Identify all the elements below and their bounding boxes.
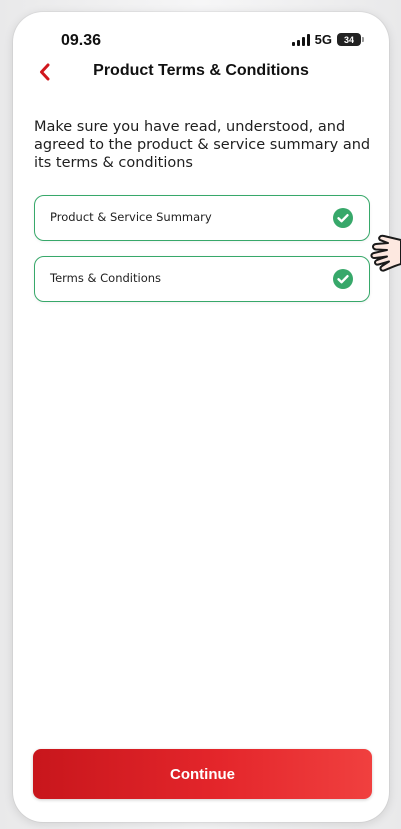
hand-pointer-icon bbox=[370, 234, 401, 272]
battery-level: 34 bbox=[343, 34, 354, 45]
status-indicators: 5G 34 bbox=[291, 32, 364, 47]
network-label: 5G bbox=[314, 32, 332, 47]
status-bar: 09.36 5G 34 bbox=[13, 12, 389, 58]
intro-text: Make sure you have read, understood, and… bbox=[34, 119, 371, 171]
continue-label: Continue bbox=[170, 765, 235, 783]
status-time: 09.36 bbox=[61, 32, 102, 49]
header: Product Terms & Conditions bbox=[13, 58, 389, 86]
signal-icon bbox=[291, 33, 310, 46]
check-circle-icon bbox=[333, 208, 353, 228]
document-item-terms-conditions[interactable]: Terms & Conditions bbox=[34, 256, 370, 302]
phone-screen: 09.36 5G 34 Product Terms & Conditions M… bbox=[13, 12, 389, 822]
document-label: Terms & Conditions bbox=[50, 271, 162, 285]
battery-icon: 34 bbox=[337, 33, 364, 46]
document-label: Product & Service Summary bbox=[50, 210, 212, 224]
check-circle-icon bbox=[333, 269, 353, 289]
continue-button[interactable]: Continue bbox=[33, 749, 372, 799]
document-item-product-service-summary[interactable]: Product & Service Summary bbox=[34, 195, 370, 241]
page-title: Product Terms & Conditions bbox=[93, 62, 309, 79]
